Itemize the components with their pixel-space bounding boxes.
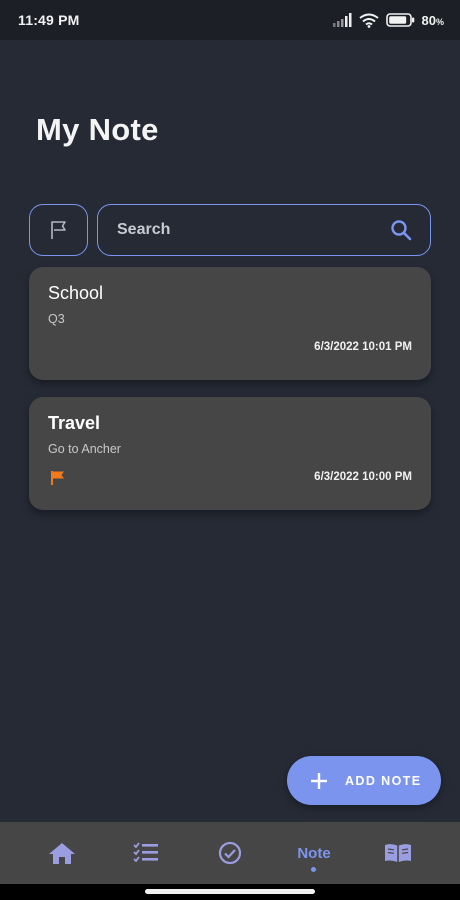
search-icon[interactable] (390, 219, 412, 241)
checklist-icon (133, 842, 158, 863)
flag-filter-button[interactable] (29, 204, 88, 256)
add-note-button[interactable]: ADD NOTE (287, 756, 441, 805)
book-icon (385, 844, 411, 862)
note-title: Travel (48, 413, 101, 433)
check-circle-icon (218, 841, 242, 865)
battery-percent: 80% (422, 13, 444, 28)
bottom-navigation: Note (0, 822, 460, 884)
nav-item-home[interactable] (32, 822, 92, 884)
plus-icon (311, 772, 327, 789)
add-note-label: ADD NOTE (345, 773, 422, 788)
active-indicator (311, 867, 316, 872)
battery-value: 80 (421, 12, 436, 28)
home-indicator[interactable] (145, 889, 315, 894)
flag-icon (51, 471, 64, 485)
search-input[interactable] (117, 221, 357, 239)
search-box[interactable] (97, 204, 431, 256)
note-card-travel[interactable]: Travel Go to Ancher 6/3/2022 10:00 PM (29, 397, 431, 510)
status-time: 11:49 PM (18, 12, 80, 28)
nav-note-label: Note (297, 844, 331, 862)
nav-item-book[interactable] (368, 822, 428, 884)
nav-item-note[interactable]: Note (284, 822, 344, 884)
note-subtitle: Q3 (48, 312, 65, 326)
home-icon (49, 843, 75, 864)
battery-icon (385, 13, 414, 27)
page-title: My Note (36, 112, 159, 147)
flag-outline-icon (50, 221, 66, 239)
note-date: 6/3/2022 10:01 PM (314, 341, 412, 353)
note-date: 6/3/2022 10:00 PM (314, 471, 412, 483)
note-card-school[interactable]: School Q3 6/3/2022 10:01 PM (29, 267, 431, 380)
note-title: School (48, 283, 104, 303)
status-bar: 11:49 PM 80% (0, 0, 460, 40)
note-subtitle: Go to Ancher (48, 442, 121, 456)
status-icons: 80% (332, 13, 444, 28)
signal-icon (332, 13, 352, 27)
battery-unit: % (435, 16, 444, 27)
wifi-icon (358, 13, 379, 28)
nav-item-done[interactable] (200, 822, 260, 884)
nav-item-checklist[interactable] (116, 822, 176, 884)
